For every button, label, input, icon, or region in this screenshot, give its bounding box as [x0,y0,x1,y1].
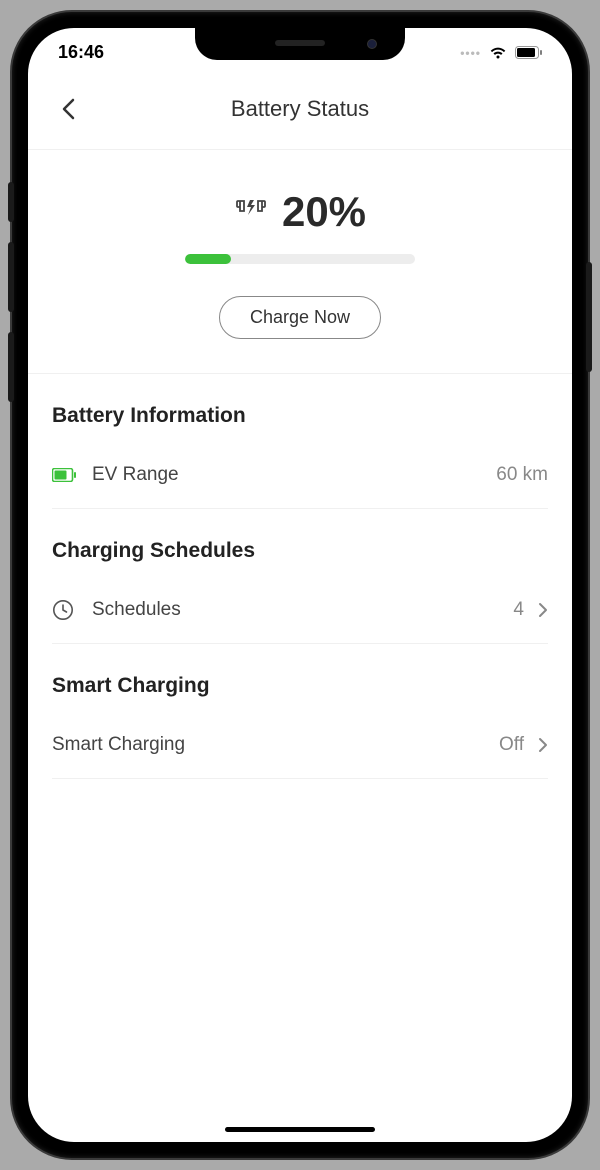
chevron-right-icon [538,737,548,753]
home-indicator[interactable] [225,1127,375,1132]
notch [195,28,405,60]
row-value: Off [499,734,524,756]
screen: 16:46 •••• Battery Status [28,28,572,1142]
battery-percent: 20% [282,188,366,236]
side-button [586,262,592,372]
phone-frame: 16:46 •••• Battery Status [12,12,588,1158]
charge-now-button[interactable]: Charge Now [219,296,381,339]
wifi-icon [489,46,507,60]
row-value: 4 [513,599,524,621]
clock-icon [52,599,80,621]
row-ev-range: EV Range 60 km [52,442,548,509]
row-schedules[interactable]: Schedules 4 [52,577,548,644]
section-title-battery-info: Battery Information [52,374,548,442]
row-smart-charging[interactable]: Smart Charging Off [52,712,548,779]
page-title: Battery Status [84,96,516,122]
chevron-left-icon [61,98,75,120]
status-time: 16:46 [58,42,104,63]
speaker [275,40,325,46]
row-label: Smart Charging [52,734,499,756]
section-title-charging-schedules: Charging Schedules [52,509,548,577]
page-header: Battery Status [28,73,572,150]
cellular-dots-icon: •••• [460,46,481,60]
side-button [8,332,14,402]
status-right: •••• [460,46,542,60]
back-button[interactable] [52,93,84,125]
battery-fill-icon [52,468,80,482]
side-button [8,182,14,222]
row-value: 60 km [496,464,548,486]
battery-hero: 20% Charge Now [28,150,572,374]
content: Battery Information EV Range 60 km Charg… [28,374,572,779]
battery-progress-track [185,254,415,264]
row-label: EV Range [92,464,496,486]
section-title-smart-charging: Smart Charging [52,644,548,712]
front-camera [367,39,377,49]
row-label: Schedules [92,599,513,621]
battery-progress-fill [185,254,231,264]
chevron-right-icon [538,602,548,618]
battery-icon [515,46,542,59]
charge-plug-icon [234,197,268,228]
side-button [8,242,14,312]
battery-hero-top: 20% [234,188,366,236]
